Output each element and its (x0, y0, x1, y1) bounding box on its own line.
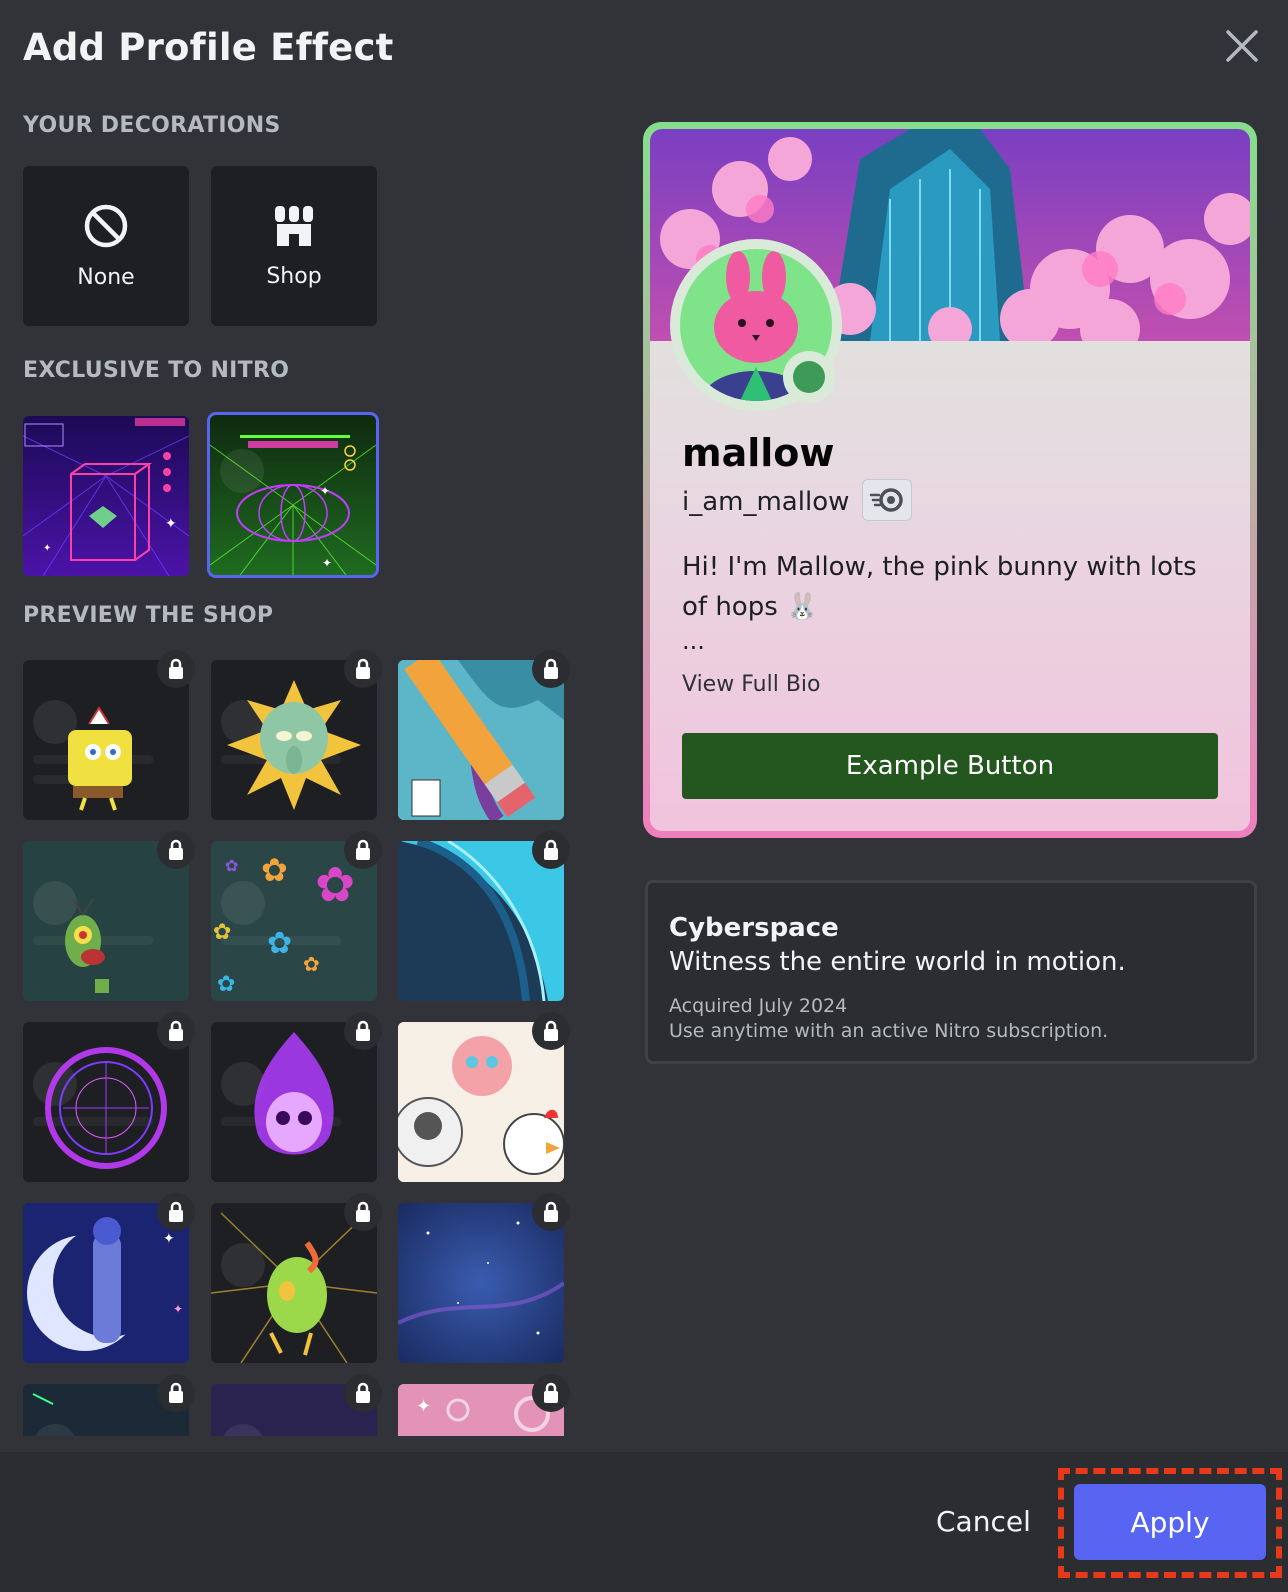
shop-icon (275, 205, 313, 246)
svg-text:✿: ✿ (315, 857, 355, 913)
none-decoration-button[interactable]: None (23, 166, 189, 326)
lock-icon (532, 650, 570, 688)
bio-ellipsis: ... (682, 627, 705, 655)
effect-acquired-date: Acquired July 2024 (669, 995, 848, 1017)
online-status-indicator (793, 361, 825, 393)
nitro-effect-tile-2-selected[interactable]: ✦ ✦ (207, 412, 379, 578)
close-icon[interactable] (1224, 28, 1260, 64)
nitro-icon (869, 488, 903, 512)
svg-text:✿: ✿ (213, 920, 231, 945)
shop-label: Shop (266, 263, 322, 289)
svg-text:✿: ✿ (261, 851, 288, 889)
shop-preview-grid: ✿ ✿ ✿ ✿ ✿ ✿ ✿ ✦ ✦ ✦ (0, 650, 600, 1436)
username: i_am_mallow (682, 487, 850, 517)
cancel-button[interactable]: Cancel (936, 1505, 1031, 1538)
lock-icon (344, 831, 382, 869)
profile-preview-card: mallow i_am_mallow Hi! I'm Mallow, the p… (643, 122, 1257, 838)
lock-icon (157, 1012, 195, 1050)
svg-text:✿: ✿ (267, 926, 292, 961)
lock-icon (532, 1193, 570, 1231)
your-decorations-heading: YOUR DECORATIONS (23, 113, 281, 138)
lock-icon (157, 831, 195, 869)
view-full-bio-link[interactable]: View Full Bio (682, 672, 820, 697)
shop-decoration-button[interactable]: Shop (211, 166, 377, 326)
cyberspace-artwork: ✦ ✦ (210, 415, 376, 575)
lock-icon (344, 650, 382, 688)
svg-text:✦: ✦ (173, 1302, 183, 1316)
effect-info-panel: Cyberspace Witness the entire world in m… (645, 880, 1257, 1064)
lock-icon (344, 1374, 382, 1412)
lock-icon (157, 1193, 195, 1231)
lock-icon (344, 1193, 382, 1231)
display-name: mallow (682, 431, 835, 475)
example-button[interactable]: Example Button (682, 733, 1218, 799)
none-label: None (77, 264, 135, 290)
nitro-badge[interactable] (862, 479, 912, 521)
svg-text:✦: ✦ (322, 556, 332, 570)
nitro-effect-tile-1[interactable]: ✦ ✦ (23, 416, 189, 576)
exclusive-to-nitro-heading: EXCLUSIVE TO NITRO (23, 358, 290, 383)
lock-icon (532, 1374, 570, 1412)
preview-shop-heading: PREVIEW THE SHOP (23, 603, 274, 628)
dialog-title: Add Profile Effect (23, 26, 394, 69)
effect-usage-note: Use anytime with an active Nitro subscri… (669, 1020, 1109, 1042)
lock-icon (157, 1374, 195, 1412)
profile-bio: Hi! I'm Mallow, the pink bunny with lots… (682, 552, 1197, 622)
lock-icon (157, 650, 195, 688)
svg-text:✿: ✿ (225, 856, 238, 875)
effect-name: Cyberspace (669, 913, 839, 943)
lock-icon (344, 1012, 382, 1050)
svg-text:✿: ✿ (217, 972, 235, 997)
lock-icon (532, 1012, 570, 1050)
svg-text:✦: ✦ (416, 1396, 431, 1417)
effect-description: Witness the entire world in motion. (669, 947, 1126, 977)
cyber-grid-artwork: ✦ ✦ (23, 416, 189, 576)
lock-icon (532, 831, 570, 869)
apply-button[interactable]: Apply (1074, 1484, 1266, 1560)
svg-text:✦: ✦ (43, 543, 51, 554)
svg-text:✦: ✦ (163, 1231, 175, 1247)
none-icon (84, 204, 128, 247)
svg-text:✦: ✦ (165, 516, 177, 532)
svg-text:✿: ✿ (303, 952, 320, 976)
svg-text:✦: ✦ (320, 484, 330, 498)
